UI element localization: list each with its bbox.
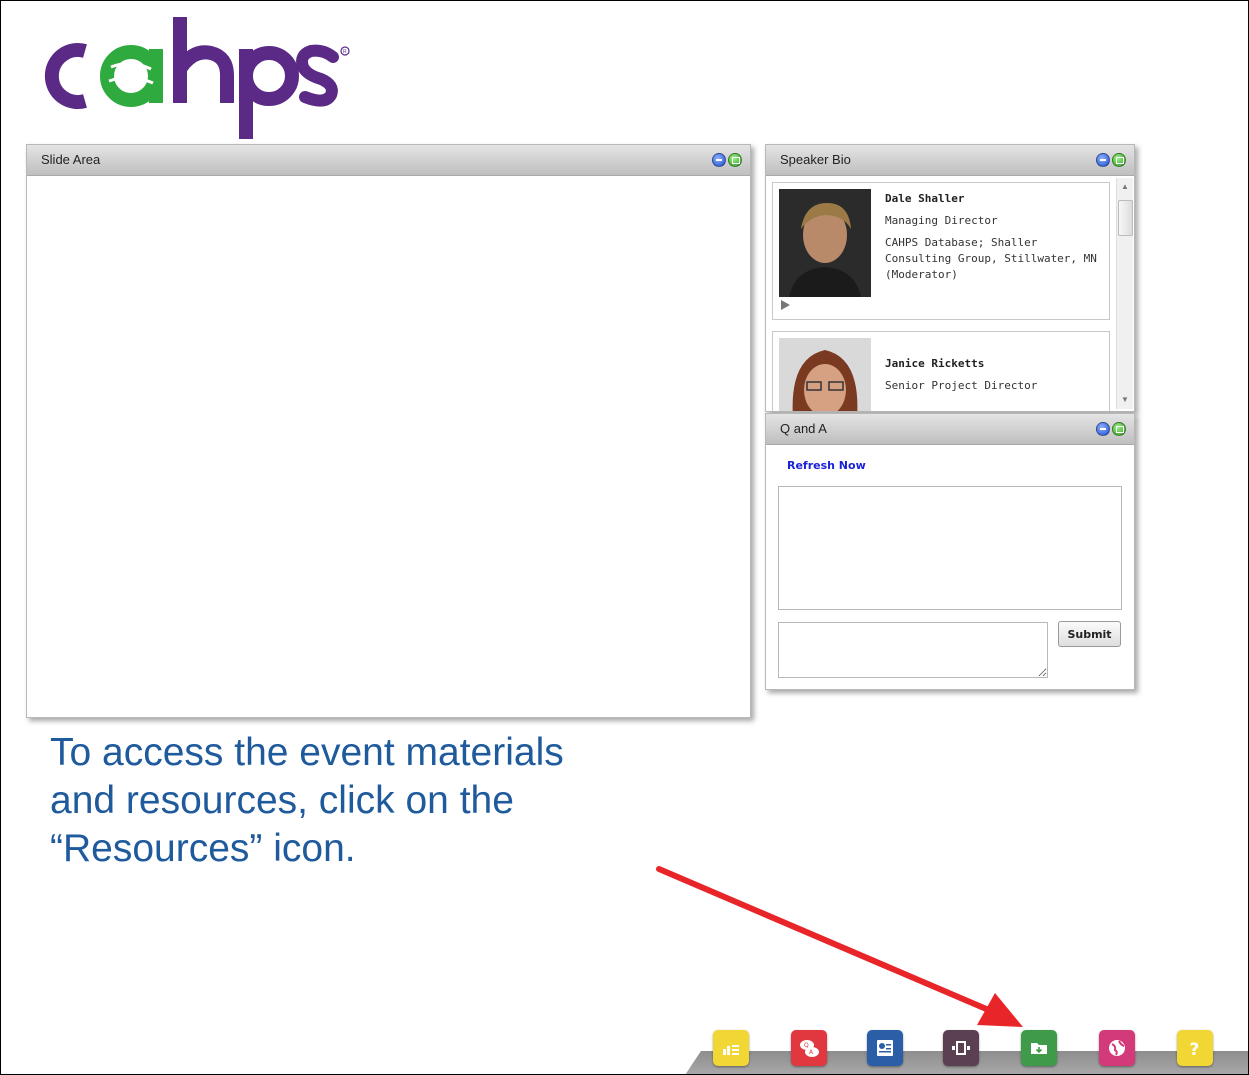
qa-messages-box [778, 486, 1122, 610]
caption-line: and resources, click on the [50, 779, 514, 822]
qa-panel: Q and A Refresh Now Submit [765, 413, 1135, 690]
maximize-icon[interactable] [728, 153, 742, 167]
scrollbar[interactable]: ▲ ▼ [1116, 178, 1133, 409]
panel-title: Q and A [780, 421, 827, 436]
speaker-name: Janice Ricketts [885, 357, 985, 370]
play-icon[interactable] [781, 300, 790, 310]
media-player-icon[interactable] [943, 1030, 979, 1066]
speaker-card: Janice Ricketts Senior Project Director [772, 331, 1110, 411]
panel-title: Speaker Bio [780, 152, 851, 167]
speaker-list: Dale Shaller Managing Director CAHPS Dat… [766, 176, 1134, 411]
speaker-bio-icon[interactable] [867, 1030, 903, 1066]
submit-button[interactable]: Submit [1058, 621, 1121, 647]
slides-icon[interactable] [713, 1030, 749, 1066]
speaker-name: Dale Shaller [885, 192, 965, 205]
caption-line: To access the event materials [50, 731, 564, 774]
maximize-icon[interactable] [1112, 153, 1126, 167]
scroll-thumb[interactable] [1118, 200, 1133, 236]
panel-header: Speaker Bio [766, 145, 1134, 176]
caption-line: “Resources” icon. [50, 827, 356, 870]
cahps-logo: R [44, 17, 350, 139]
question-input[interactable] [778, 622, 1048, 678]
panel-header: Slide Area [27, 145, 750, 176]
minimize-icon[interactable] [1096, 422, 1110, 436]
resources-icon[interactable] [1021, 1030, 1057, 1066]
speaker-card: Dale Shaller Managing Director CAHPS Dat… [772, 182, 1110, 320]
speaker-role: Senior Project Director [885, 379, 1038, 392]
scroll-down-icon[interactable]: ▼ [1117, 393, 1133, 407]
speaker-role: Managing Director [885, 214, 998, 227]
speaker-bio-panel: Speaker Bio Dale Shaller Managing Direct… [765, 144, 1135, 412]
pointer-arrow [656, 866, 1023, 1027]
slide-area-panel: Slide Area [26, 144, 751, 718]
refresh-now-link[interactable]: Refresh Now [787, 459, 866, 472]
web-links-icon[interactable] [1099, 1030, 1135, 1066]
qa-icon[interactable]: QA [791, 1030, 827, 1066]
speaker-org-line: CAHPS Database; Shaller [885, 236, 1038, 249]
speaker-org-line: Consulting Group, Stillwater, MN [885, 252, 1097, 265]
panel-header: Q and A [766, 414, 1134, 445]
speaker-photo [779, 338, 871, 411]
help-icon[interactable]: ? [1177, 1030, 1213, 1066]
instruction-caption: To access the event materials and resour… [50, 729, 750, 873]
maximize-icon[interactable] [1112, 422, 1126, 436]
speaker-org-line: (Moderator) [885, 268, 958, 281]
panel-title: Slide Area [41, 152, 101, 167]
minimize-icon[interactable] [1096, 153, 1110, 167]
webcast-console: R Slide Area Speaker Bio Dale Shaller Ma… [0, 0, 1249, 1075]
scroll-up-icon[interactable]: ▲ [1117, 180, 1133, 194]
svg-text:Q: Q [804, 1042, 809, 1049]
svg-text:R: R [343, 49, 347, 55]
speaker-photo [779, 189, 871, 297]
minimize-icon[interactable] [712, 153, 726, 167]
svg-text:?: ? [1190, 1040, 1200, 1059]
